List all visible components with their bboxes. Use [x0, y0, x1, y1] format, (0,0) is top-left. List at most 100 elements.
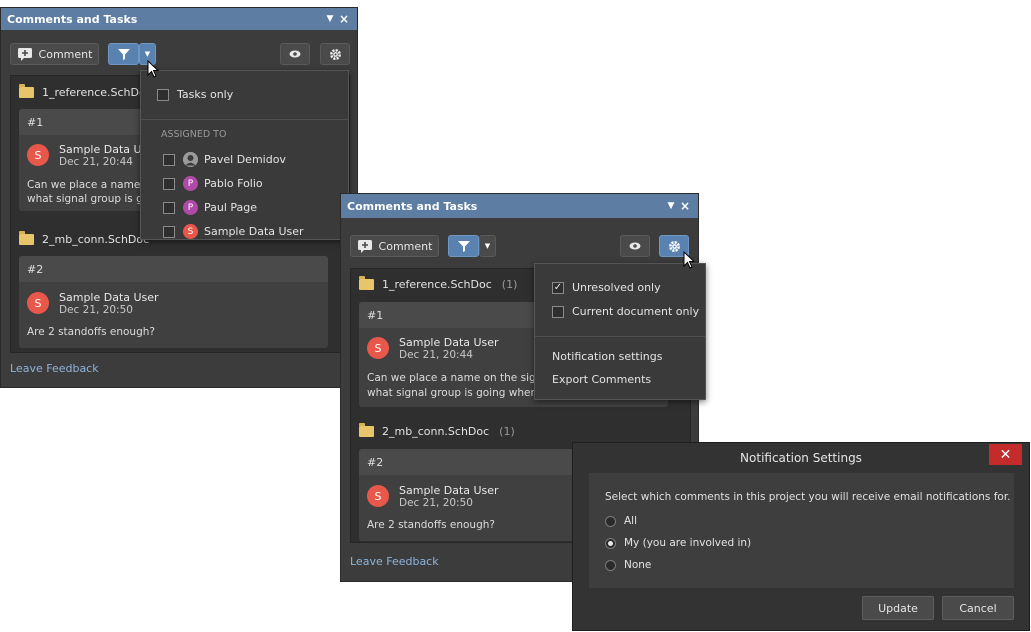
assignee-option[interactable]: Pavel Demidov: [163, 152, 286, 167]
comment-button-label: Comment: [38, 47, 93, 61]
visibility-button[interactable]: [620, 235, 650, 257]
filter-menu: Tasks only ASSIGNED TO Pavel Demidov P P…: [140, 70, 349, 240]
assignee-checkbox[interactable]: [163, 201, 175, 214]
document-comment-count: (1): [499, 425, 515, 438]
assignee-option[interactable]: P Pablo Folio: [163, 176, 263, 191]
radio-option-my[interactable]: My (you are involved in): [605, 537, 751, 549]
gear-icon: [668, 240, 680, 252]
unresolved-only-checkbox[interactable]: ✓: [552, 281, 564, 294]
current-document-only-option[interactable]: Current document only: [552, 305, 699, 318]
document-header[interactable]: 2_mb_conn.SchDoc (1): [359, 423, 515, 438]
update-button[interactable]: Update: [862, 596, 934, 620]
comment-id: #2: [19, 256, 328, 282]
document-name: 1_reference.SchDoc: [42, 86, 152, 99]
document-header[interactable]: 1_reference.SchDoc: [19, 84, 152, 99]
filter-dropdown-button[interactable]: ▼: [479, 235, 496, 257]
filter-button[interactable]: [108, 43, 139, 65]
filter-icon: [117, 49, 130, 60]
tasks-only-label: Tasks only: [177, 88, 234, 101]
current-document-only-label: Current document only: [572, 305, 700, 318]
assignee-checkbox[interactable]: [163, 153, 175, 166]
radio-label: All: [624, 515, 638, 527]
radio-label: My (you are involved in): [624, 537, 752, 549]
document-name: 2_mb_conn.SchDoc: [42, 233, 150, 246]
comment-text-line: what signal group is goi: [27, 193, 153, 205]
chevron-down-icon: ▼: [144, 50, 151, 58]
avatar: P: [183, 176, 198, 191]
visibility-button[interactable]: [280, 43, 310, 65]
settings-button[interactable]: [320, 43, 350, 65]
radio-button[interactable]: [605, 515, 616, 527]
leave-feedback-link[interactable]: Leave Feedback: [10, 362, 99, 375]
menu-divider: [141, 119, 348, 120]
document-header[interactable]: 2_mb_conn.SchDoc: [19, 231, 150, 246]
filter-icon: [457, 241, 470, 252]
comment-text-line: Are 2 standoffs enough?: [27, 326, 155, 338]
radio-button[interactable]: [605, 537, 616, 549]
filter-button[interactable]: [448, 235, 479, 257]
current-document-only-checkbox[interactable]: [552, 305, 564, 318]
comment-date: Dec 21, 20:44: [399, 349, 473, 361]
radio-button[interactable]: [605, 559, 616, 571]
avatar: S: [367, 337, 389, 359]
assignee-option[interactable]: P Paul Page: [163, 200, 257, 215]
avatar: P: [183, 200, 198, 215]
document-header[interactable]: 1_reference.SchDoc (1): [359, 276, 517, 291]
avatar: S: [183, 224, 198, 239]
panel-toolbar: Comment ▼: [341, 218, 698, 257]
comment-plus-icon: [17, 48, 32, 61]
mouse-cursor-icon: [147, 60, 160, 78]
assignee-option[interactable]: S Sample Data User: [163, 224, 304, 239]
menu-divider: [535, 336, 705, 337]
radio-option-all[interactable]: All: [605, 515, 637, 527]
folder-icon: [359, 276, 374, 290]
avatar: S: [367, 485, 389, 507]
add-comment-button[interactable]: Comment: [350, 235, 439, 257]
comment-text-line: Can we place a name o: [27, 179, 151, 191]
comment-plus-icon: [357, 240, 372, 253]
comment-author: Sample Data Us: [59, 143, 148, 156]
panel-close-icon[interactable]: ×: [678, 199, 692, 213]
add-comment-button[interactable]: Comment: [10, 43, 99, 65]
settings-menu: ✓ Unresolved only Current document only …: [534, 263, 706, 400]
notification-settings-menu-item[interactable]: Notification settings: [552, 350, 662, 363]
leave-feedback-link[interactable]: Leave Feedback: [350, 555, 439, 568]
tasks-only-option[interactable]: Tasks only: [157, 88, 233, 101]
panel-titlebar: Comments and Tasks ▼ ×: [341, 194, 698, 218]
assignee-checkbox[interactable]: [163, 225, 175, 238]
document-name: 1_reference.SchDoc: [382, 278, 492, 291]
export-comments-menu-item[interactable]: Export Comments: [552, 373, 651, 386]
dialog-body: Select which comments in this project yo…: [589, 473, 1014, 588]
panel-menu-icon[interactable]: ▼: [323, 14, 337, 24]
panel-menu-icon[interactable]: ▼: [664, 201, 678, 211]
unresolved-only-label: Unresolved only: [572, 281, 661, 294]
radio-option-none[interactable]: None: [605, 559, 651, 571]
folder-icon: [19, 231, 34, 245]
folder-icon: [359, 423, 374, 437]
gear-icon: [329, 48, 341, 60]
close-icon: ✕: [999, 446, 1012, 463]
unresolved-only-option[interactable]: ✓ Unresolved only: [552, 281, 661, 294]
comment-author: Sample Data User: [59, 291, 159, 304]
panel-title: Comments and Tasks: [7, 12, 138, 26]
dialog-title: Notification Settings: [740, 451, 862, 465]
document-name: 2_mb_conn.SchDoc: [382, 425, 490, 438]
assignee-name: Pablo Folio: [204, 177, 263, 190]
comment-date: Dec 21, 20:50: [399, 497, 473, 509]
cancel-button[interactable]: Cancel: [942, 596, 1014, 620]
assigned-to-header: ASSIGNED TO: [161, 129, 227, 140]
comment-date: Dec 21, 20:44: [59, 156, 133, 168]
panel-close-icon[interactable]: ×: [337, 12, 351, 26]
dialog-titlebar: Notification Settings: [573, 443, 1029, 473]
panel-titlebar: Comments and Tasks ▼ ×: [1, 8, 357, 30]
dialog-close-button[interactable]: ✕: [989, 444, 1022, 465]
assignee-name: Pavel Demidov: [204, 153, 286, 166]
assignee-name: Paul Page: [204, 201, 258, 214]
avatar: S: [27, 292, 49, 314]
tasks-only-checkbox[interactable]: [157, 88, 169, 101]
assignee-checkbox[interactable]: [163, 177, 175, 190]
comment-card[interactable]: #2 S Sample Data User Dec 21, 20:50 Are …: [19, 256, 328, 348]
eye-icon: [629, 242, 641, 250]
assignee-name: Sample Data User: [204, 225, 304, 238]
folder-icon: [19, 84, 34, 98]
